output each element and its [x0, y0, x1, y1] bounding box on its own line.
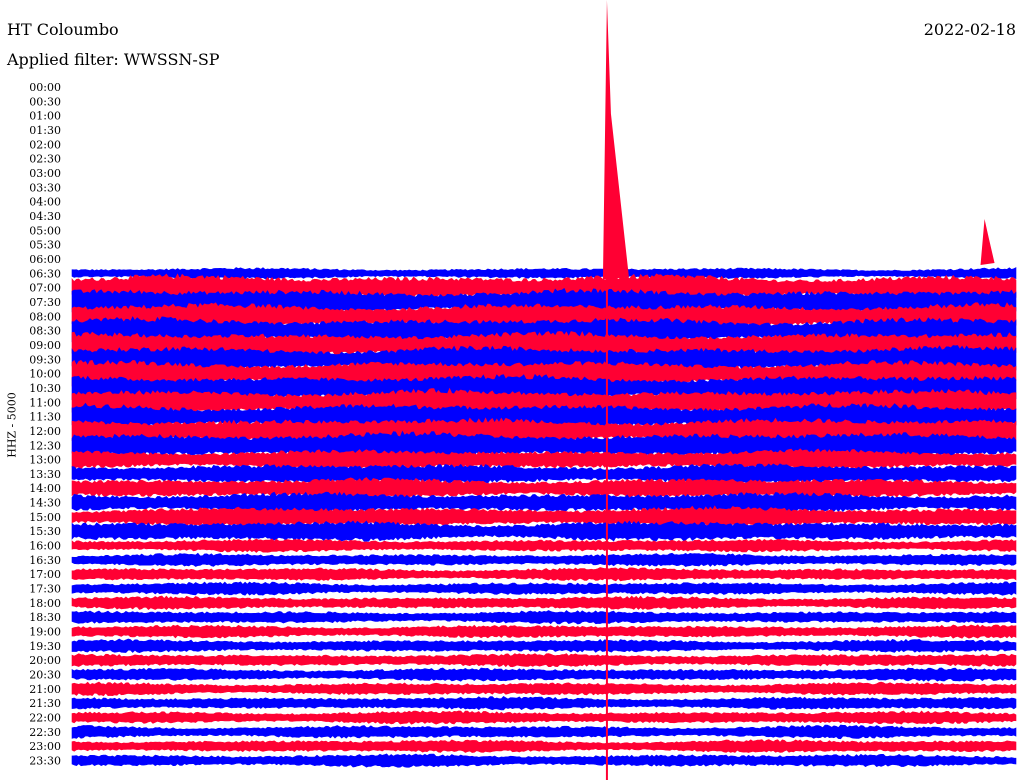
row-label: 15:00: [29, 511, 61, 524]
row-label: 10:00: [29, 368, 61, 381]
trace-16:30: [71, 552, 1017, 568]
trace-18:30: [71, 610, 1017, 625]
trace-16:00: [71, 538, 1017, 553]
row-label: 02:30: [29, 153, 61, 166]
row-label: 19:30: [29, 640, 61, 653]
row-label: 17:30: [29, 583, 61, 596]
row-label: 17:00: [29, 568, 61, 581]
trace-17:30: [71, 581, 1017, 596]
row-label: 08:30: [29, 325, 61, 338]
row-label: 09:00: [29, 339, 61, 352]
row-label: 06:30: [29, 267, 61, 280]
row-label: 14:30: [29, 497, 61, 510]
row-label: 22:00: [29, 712, 61, 725]
row-label: 21:30: [29, 697, 61, 710]
trace-20:00: [71, 653, 1017, 668]
row-label: 21:00: [29, 683, 61, 696]
row-label: 20:00: [29, 654, 61, 667]
row-label: 12:30: [29, 439, 61, 452]
row-labels: 00:0000:30 01:0001:3002:00 02:3003:0003:30…: [29, 81, 61, 768]
row-label: 11:00: [29, 396, 61, 409]
row-label: 14:00: [29, 482, 61, 495]
trace-23:00: [71, 739, 1017, 753]
row-label: 16:00: [29, 540, 61, 553]
row-label: 07:30: [29, 296, 61, 309]
row-label: 08:00: [29, 310, 61, 323]
row-label: 23:00: [29, 740, 61, 753]
row-label: 03:00: [29, 167, 61, 180]
row-label: 02:00: [29, 138, 61, 151]
row-label: 01:30: [29, 124, 61, 137]
row-label: 07:00: [29, 282, 61, 295]
row-label: 04:00: [29, 196, 61, 209]
row-label: 23:30: [29, 755, 61, 768]
trace-17:00: [71, 567, 1017, 582]
trace-18:00: [71, 595, 1017, 611]
row-label: 15:30: [29, 525, 61, 538]
row-label: 09:30: [29, 353, 61, 366]
trace-21:00: [71, 681, 1017, 697]
row-label: 03:30: [29, 181, 61, 194]
row-label: 13:00: [29, 454, 61, 467]
row-label: 00:00: [29, 81, 61, 94]
row-label: 01:00: [29, 110, 61, 123]
trace-21:30: [71, 696, 1017, 711]
row-label: 12:00: [29, 425, 61, 438]
row-label: 18:30: [29, 611, 61, 624]
row-label: 05:00: [29, 224, 61, 237]
trace-23:30: [71, 753, 1017, 768]
row-label: 13:30: [29, 468, 61, 481]
row-label: 19:00: [29, 626, 61, 639]
trace-19:00: [71, 624, 1017, 639]
trace-22:30: [71, 724, 1017, 740]
row-label: 06:00: [29, 253, 61, 266]
event-spike: [602, 0, 629, 280]
row-label: 22:30: [29, 726, 61, 739]
row-label: 00:30: [29, 95, 61, 108]
trace-20:30: [71, 667, 1017, 682]
row-label: 04:30: [29, 210, 61, 223]
helicorder-plot: 00:0000:30 01:0001:3002:00 02:3003:0003:30…: [29, 0, 1017, 780]
trace-19:30: [71, 638, 1017, 654]
event-spike: [980, 218, 995, 265]
row-label: 18:00: [29, 597, 61, 610]
traces: [71, 267, 1017, 768]
row-label: 05:30: [29, 239, 61, 252]
row-label: 16:30: [29, 554, 61, 567]
trace-22:00: [71, 710, 1017, 725]
trace-15:30: [71, 520, 1017, 542]
row-label: 11:30: [29, 411, 61, 424]
row-label: 20:30: [29, 669, 61, 682]
row-label: 10:30: [29, 382, 61, 395]
